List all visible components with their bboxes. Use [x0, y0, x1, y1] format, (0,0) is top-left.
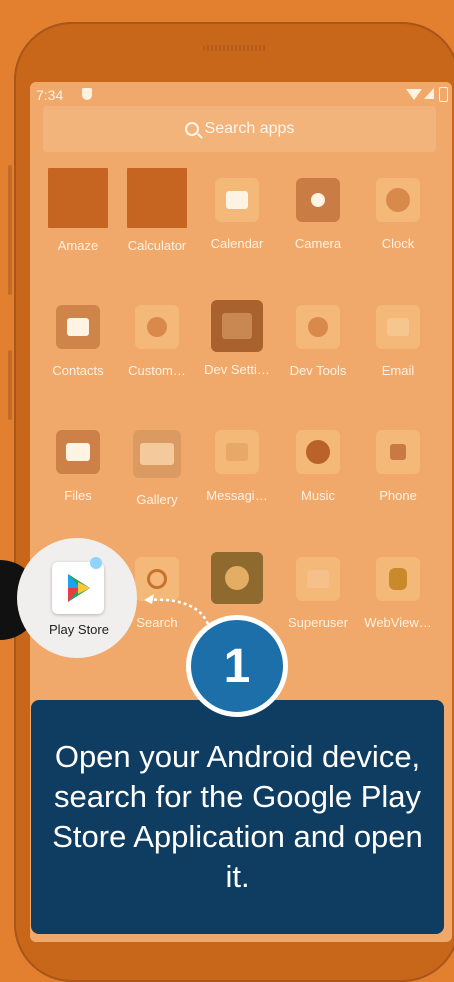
- app-label: Messagi…: [206, 488, 268, 503]
- amaze-icon: [48, 168, 108, 228]
- clock-icon: [376, 178, 420, 222]
- contacts-icon: [56, 305, 100, 349]
- app-label: Music: [301, 488, 335, 503]
- notification-dot: [90, 557, 102, 569]
- message-icon: [215, 430, 259, 474]
- play-store-app[interactable]: [52, 562, 104, 614]
- music-icon: [296, 430, 340, 474]
- speaker-grill: [203, 45, 267, 51]
- app-label: Dev Setti…: [204, 362, 270, 377]
- step-number-badge: 1: [186, 615, 288, 717]
- app-gallery[interactable]: Gallery: [117, 430, 197, 507]
- dev-settings-icon: [211, 300, 263, 352]
- app-messaging[interactable]: Messagi…: [197, 430, 277, 503]
- app-label: Amaze: [57, 238, 99, 253]
- status-bar: 7:34: [30, 82, 452, 108]
- superuser-icon: [296, 557, 340, 601]
- instruction-text: Open your Android device, search for the…: [52, 739, 423, 894]
- camera-icon: [296, 178, 340, 222]
- app-label: Calculator: [127, 238, 187, 253]
- instruction-card: Open your Android device, search for the…: [31, 700, 444, 934]
- app-label: WebView…: [364, 615, 432, 630]
- webview-icon: [376, 557, 420, 601]
- app-phone[interactable]: Phone: [358, 430, 438, 503]
- app-superuser[interactable]: Superuser: [278, 557, 358, 630]
- app-contacts[interactable]: Contacts: [38, 305, 118, 378]
- app-label: Contacts: [52, 363, 104, 378]
- app-label: Superuser: [288, 615, 348, 630]
- app-webview[interactable]: WebView…: [358, 557, 438, 630]
- app-label: Calendar: [210, 236, 264, 251]
- volume-button: [8, 165, 12, 295]
- folder-icon: [56, 430, 100, 474]
- app-label: Files: [64, 488, 92, 503]
- app-label: Gallery: [136, 492, 178, 507]
- app-label: Custom…: [128, 363, 186, 378]
- app-label: Dev Tools: [289, 363, 347, 378]
- app-amaze[interactable]: Amaze: [38, 168, 118, 253]
- signal-icon: [424, 88, 434, 99]
- play-store-label: Play Store: [49, 622, 109, 637]
- phone-icon: [376, 430, 420, 474]
- app-clock[interactable]: Clock: [358, 178, 438, 251]
- calendar-icon: [215, 178, 259, 222]
- app-custom[interactable]: Custom…: [117, 305, 197, 378]
- gallery-icon: [133, 430, 181, 478]
- app-files[interactable]: Files: [38, 430, 118, 503]
- app-music[interactable]: Music: [278, 430, 358, 503]
- app-calendar[interactable]: Calendar: [197, 178, 277, 251]
- search-apps-bar[interactable]: Search apps: [43, 106, 436, 152]
- app-dev-tools[interactable]: Dev Tools: [278, 305, 358, 378]
- status-time: 7:34: [36, 87, 64, 103]
- pointer-arrow: [144, 594, 210, 625]
- app-label: Phone: [379, 488, 417, 503]
- app-label: Camera: [294, 236, 342, 251]
- shield-icon: [82, 88, 92, 100]
- search-icon: [184, 122, 199, 136]
- app-email[interactable]: Email: [358, 305, 438, 378]
- wifi-icon: [406, 89, 422, 100]
- calculator-icon: [127, 168, 187, 228]
- power-button: [8, 350, 12, 420]
- app-label: Email: [381, 363, 415, 378]
- app-dev-settings[interactable]: Dev Setti…: [197, 300, 277, 377]
- gear-icon: [296, 305, 340, 349]
- app-label: Clock: [381, 236, 415, 251]
- gear-icon: [135, 305, 179, 349]
- battery-icon: [439, 87, 448, 102]
- app-calculator[interactable]: Calculator: [117, 168, 197, 253]
- search-placeholder: Search apps: [204, 120, 295, 137]
- app-camera[interactable]: Camera: [278, 178, 358, 251]
- email-icon: [376, 305, 420, 349]
